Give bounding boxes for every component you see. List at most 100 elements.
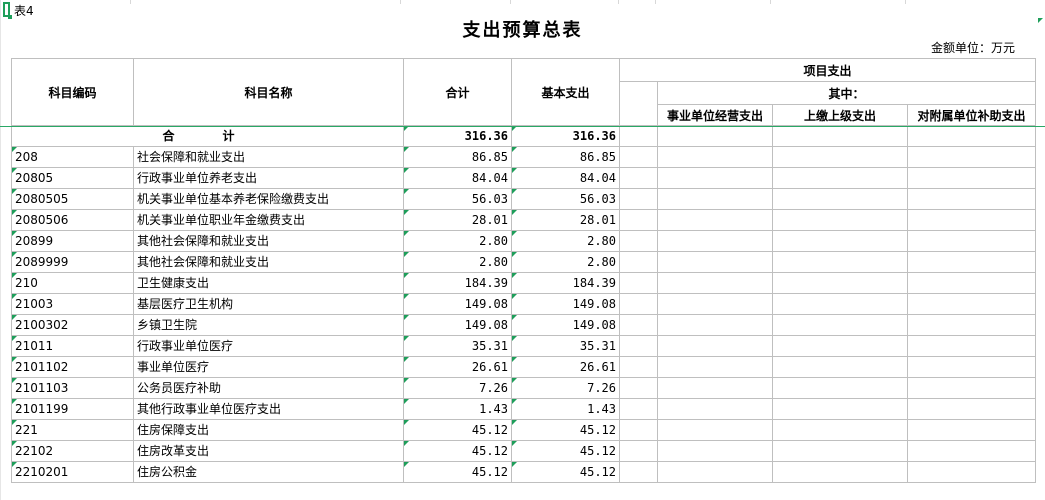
- empty-cell[interactable]: [772, 125, 908, 147]
- name-cell[interactable]: 机关事业单位职业年金缴费支出: [133, 209, 404, 231]
- empty-cell[interactable]: [772, 209, 908, 231]
- name-cell[interactable]: 其他行政事业单位医疗支出: [133, 398, 404, 420]
- total-cell[interactable]: 45.12: [403, 461, 512, 483]
- header-among[interactable]: 其中：: [657, 81, 1036, 105]
- code-cell[interactable]: 20899: [11, 230, 134, 252]
- total-cell[interactable]: 184.39: [403, 272, 512, 294]
- total-label-cell[interactable]: 合 计: [11, 125, 404, 147]
- empty-cell[interactable]: [657, 167, 773, 189]
- empty-cell[interactable]: [619, 272, 658, 294]
- empty-cell[interactable]: [907, 461, 1036, 483]
- header-name[interactable]: 科目名称: [133, 58, 404, 126]
- basic-cell[interactable]: 45.12: [511, 419, 620, 441]
- code-cell[interactable]: 2100302: [11, 314, 134, 336]
- total-cell[interactable]: 149.08: [403, 314, 512, 336]
- empty-cell[interactable]: [907, 188, 1036, 210]
- empty-cell[interactable]: [657, 398, 773, 420]
- empty-cell[interactable]: [907, 335, 1036, 357]
- name-cell[interactable]: 机关事业单位基本养老保险缴费支出: [133, 188, 404, 210]
- name-cell[interactable]: 住房改革支出: [133, 440, 404, 462]
- header-basic[interactable]: 基本支出: [511, 58, 620, 126]
- empty-cell[interactable]: [907, 356, 1036, 378]
- empty-cell[interactable]: [907, 272, 1036, 294]
- total-cell[interactable]: 86.85: [403, 146, 512, 168]
- total-cell[interactable]: 35.31: [403, 335, 512, 357]
- empty-cell[interactable]: [907, 293, 1036, 315]
- empty-cell[interactable]: [619, 461, 658, 483]
- empty-cell[interactable]: [619, 440, 658, 462]
- basic-cell[interactable]: 28.01: [511, 209, 620, 231]
- empty-cell[interactable]: [907, 398, 1036, 420]
- code-cell[interactable]: 2210201: [11, 461, 134, 483]
- code-cell[interactable]: 221: [11, 419, 134, 441]
- empty-cell[interactable]: [907, 209, 1036, 231]
- empty-cell[interactable]: [772, 167, 908, 189]
- empty-cell[interactable]: [657, 209, 773, 231]
- basic-cell[interactable]: 45.12: [511, 461, 620, 483]
- basic-cell[interactable]: 1.43: [511, 398, 620, 420]
- total-cell[interactable]: 28.01: [403, 209, 512, 231]
- name-cell[interactable]: 行政事业单位养老支出: [133, 167, 404, 189]
- empty-cell[interactable]: [772, 377, 908, 399]
- empty-cell[interactable]: [657, 188, 773, 210]
- name-cell[interactable]: 住房保障支出: [133, 419, 404, 441]
- empty-cell[interactable]: [772, 230, 908, 252]
- empty-cell[interactable]: [907, 440, 1036, 462]
- name-cell[interactable]: 其他社会保障和就业支出: [133, 230, 404, 252]
- empty-cell[interactable]: [772, 335, 908, 357]
- empty-cell[interactable]: [907, 125, 1036, 147]
- empty-cell[interactable]: [657, 251, 773, 273]
- basic-cell[interactable]: 184.39: [511, 272, 620, 294]
- empty-cell[interactable]: [619, 335, 658, 357]
- code-cell[interactable]: 210: [11, 272, 134, 294]
- header-project[interactable]: 项目支出: [619, 58, 1036, 82]
- empty-cell[interactable]: [619, 167, 658, 189]
- empty-cell[interactable]: [772, 293, 908, 315]
- empty-cell[interactable]: [619, 209, 658, 231]
- basic-cell[interactable]: 149.08: [511, 293, 620, 315]
- empty-cell[interactable]: [657, 314, 773, 336]
- empty-cell[interactable]: [907, 251, 1036, 273]
- name-cell[interactable]: 事业单位医疗: [133, 356, 404, 378]
- total-cell[interactable]: 7.26: [403, 377, 512, 399]
- empty-cell[interactable]: [657, 125, 773, 147]
- header-sub-operating[interactable]: 事业单位经营支出: [657, 104, 773, 126]
- empty-cell[interactable]: [619, 293, 658, 315]
- name-cell[interactable]: 行政事业单位医疗: [133, 335, 404, 357]
- name-cell[interactable]: 住房公积金: [133, 461, 404, 483]
- code-cell[interactable]: 2101102: [11, 356, 134, 378]
- empty-cell[interactable]: [907, 419, 1036, 441]
- total-cell[interactable]: 2.80: [403, 230, 512, 252]
- code-cell[interactable]: 2080505: [11, 188, 134, 210]
- empty-cell[interactable]: [772, 461, 908, 483]
- name-cell[interactable]: 乡镇卫生院: [133, 314, 404, 336]
- empty-cell[interactable]: [772, 398, 908, 420]
- header-sub-subsidy[interactable]: 对附属单位补助支出: [907, 104, 1036, 126]
- empty-cell[interactable]: [619, 230, 658, 252]
- empty-cell[interactable]: [772, 419, 908, 441]
- basic-cell[interactable]: 7.26: [511, 377, 620, 399]
- name-cell[interactable]: 卫生健康支出: [133, 272, 404, 294]
- name-cell[interactable]: 社会保障和就业支出: [133, 146, 404, 168]
- empty-cell[interactable]: [772, 272, 908, 294]
- empty-cell[interactable]: [657, 293, 773, 315]
- empty-cell[interactable]: [657, 146, 773, 168]
- basic-cell[interactable]: 45.12: [511, 440, 620, 462]
- empty-cell[interactable]: [657, 419, 773, 441]
- header-project-blank[interactable]: [619, 81, 658, 126]
- header-code[interactable]: 科目编码: [11, 58, 134, 126]
- code-cell[interactable]: 2101103: [11, 377, 134, 399]
- name-cell[interactable]: 基层医疗卫生机构: [133, 293, 404, 315]
- empty-cell[interactable]: [619, 419, 658, 441]
- header-total[interactable]: 合计: [403, 58, 512, 126]
- empty-cell[interactable]: [907, 167, 1036, 189]
- basic-cell[interactable]: 2.80: [511, 230, 620, 252]
- empty-cell[interactable]: [772, 188, 908, 210]
- code-cell[interactable]: 21011: [11, 335, 134, 357]
- code-cell[interactable]: 22102: [11, 440, 134, 462]
- empty-cell[interactable]: [772, 356, 908, 378]
- empty-cell[interactable]: [657, 272, 773, 294]
- empty-cell[interactable]: [772, 440, 908, 462]
- empty-cell[interactable]: [907, 377, 1036, 399]
- code-cell[interactable]: 21003: [11, 293, 134, 315]
